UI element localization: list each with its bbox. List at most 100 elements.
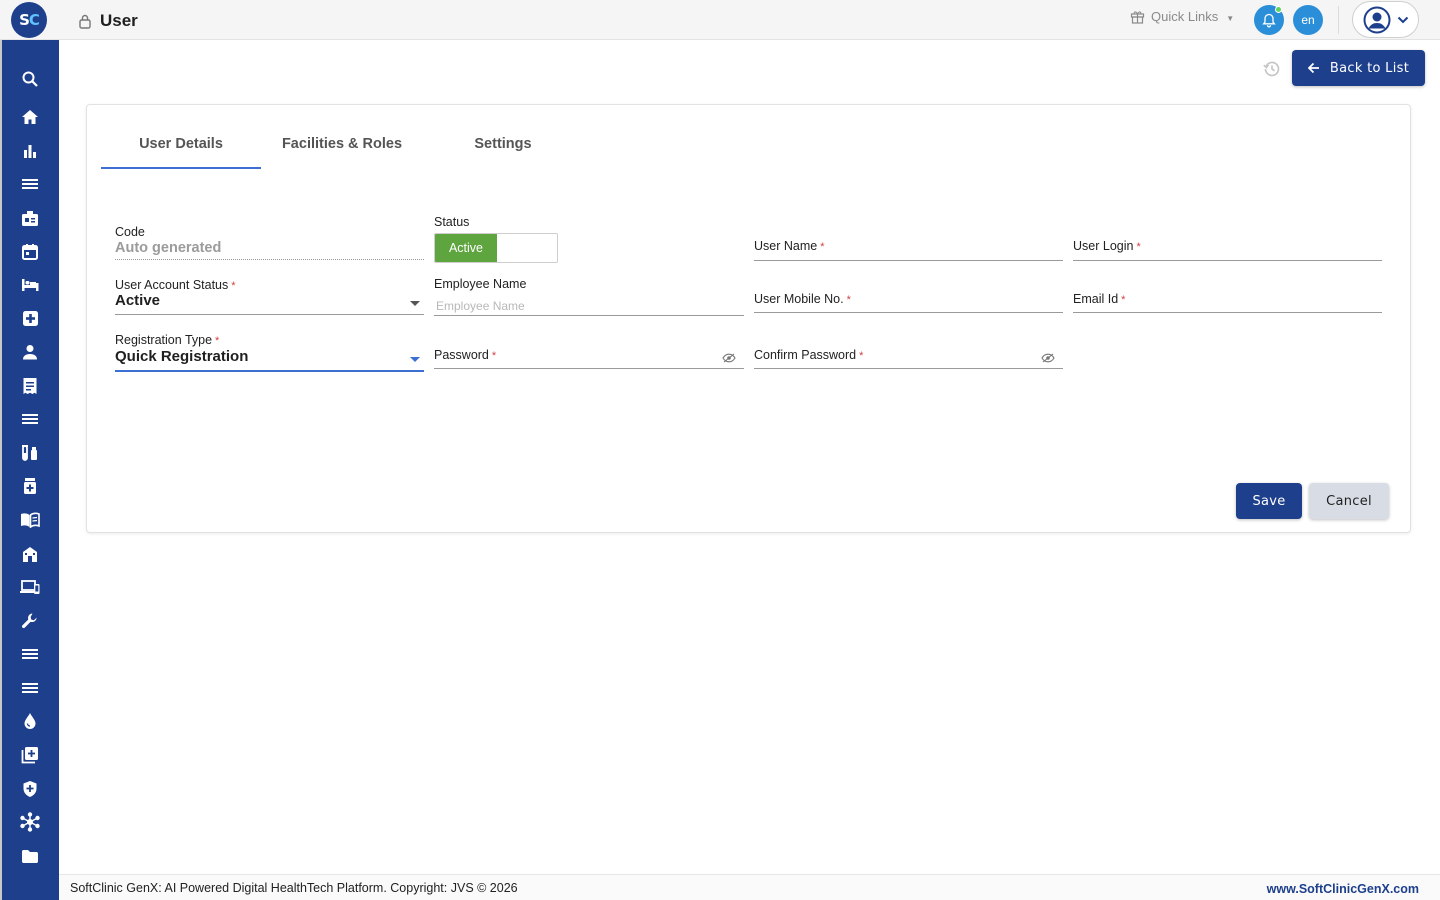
password-label: Password * [434, 348, 744, 362]
gift-icon [1130, 11, 1145, 24]
logo-letter-s: S [19, 11, 30, 29]
email-field[interactable]: Email Id * [1073, 292, 1382, 316]
user-form-card: User Details Facilities & Roles Settings… [86, 104, 1411, 533]
password-label-text: Password [434, 348, 489, 362]
eye-off-icon[interactable] [1041, 353, 1055, 363]
user-name-field[interactable]: User Name * [754, 239, 1063, 263]
user-login-label-text: User Login [1073, 239, 1134, 253]
devices-icon[interactable] [20, 577, 40, 597]
account-status-select[interactable]: User Account Status * Active [115, 278, 424, 316]
eye-off-icon[interactable] [722, 353, 736, 363]
required-marker: * [1121, 294, 1126, 306]
email-label: Email Id * [1073, 292, 1382, 306]
network-icon[interactable] [20, 812, 40, 832]
status-inactive-option[interactable] [497, 234, 557, 262]
password-underline [434, 368, 744, 369]
user-avatar-icon [1363, 6, 1390, 33]
status-label: Status [434, 215, 470, 229]
required-marker: * [859, 350, 864, 362]
profile-menu-button[interactable] [1352, 1, 1419, 38]
home-icon[interactable] [20, 107, 40, 127]
arrow-left-icon [1307, 62, 1319, 74]
tab-facilities-roles[interactable]: Facilities & Roles [261, 135, 423, 169]
required-marker: * [820, 241, 825, 253]
registration-type-label-text: Registration Type [115, 333, 213, 347]
add-document-icon[interactable] [20, 745, 40, 765]
registration-type-value: Quick Registration [115, 348, 249, 365]
back-to-list-button[interactable]: Back to List [1292, 50, 1425, 86]
app-logo[interactable]: SC [11, 2, 47, 38]
required-marker: * [231, 280, 236, 292]
confirm-password-field[interactable]: Confirm Password * [754, 348, 1063, 370]
pharmacy-bottle-icon[interactable] [20, 476, 40, 496]
save-button[interactable]: Save [1236, 483, 1302, 519]
required-marker: * [215, 335, 220, 347]
person-icon[interactable] [20, 342, 40, 362]
account-status-underline [115, 314, 424, 315]
shield-icon[interactable] [20, 779, 40, 799]
email-underline [1073, 312, 1382, 313]
mobile-field[interactable]: User Mobile No. * [754, 292, 1063, 316]
user-login-field[interactable]: User Login * [1073, 239, 1382, 263]
page-title: User [100, 11, 138, 30]
employee-name-field[interactable]: Employee Name Employee Name [434, 277, 744, 317]
blood-drop-icon[interactable] [20, 711, 40, 731]
calendar-icon[interactable] [20, 241, 40, 261]
code-field: Code Auto generated [115, 225, 424, 261]
user-name-label: User Name * [754, 239, 1063, 253]
password-field[interactable]: Password * [434, 348, 744, 370]
user-login-underline [1073, 260, 1382, 261]
folder-icon[interactable] [20, 846, 40, 866]
code-value: Auto generated [115, 240, 222, 256]
search-icon[interactable] [20, 69, 40, 89]
registration-type-underline [115, 370, 424, 372]
cancel-button[interactable]: Cancel [1309, 483, 1389, 519]
medical-plus-icon[interactable] [20, 308, 40, 328]
building-icon[interactable] [20, 544, 40, 564]
tab-user-details[interactable]: User Details [101, 135, 261, 169]
lock-icon [79, 14, 91, 29]
employee-name-placeholder: Employee Name [436, 299, 525, 313]
menu-lines-icon[interactable] [20, 644, 40, 664]
menu-lines-icon[interactable] [20, 678, 40, 698]
notifications-button[interactable] [1254, 5, 1284, 35]
footer-website-link[interactable]: www.SoftClinicGenX.com [1267, 882, 1419, 896]
mobile-label-text: User Mobile No. [754, 292, 844, 306]
code-label: Code [115, 225, 145, 239]
employee-name-underline [434, 315, 744, 316]
history-icon[interactable] [1262, 59, 1282, 79]
account-status-label: User Account Status * [115, 278, 424, 292]
confirm-password-label: Confirm Password * [754, 348, 1063, 362]
bar-chart-icon[interactable] [20, 141, 40, 161]
footer-copyright: SoftClinic GenX: AI Powered Digital Heal… [70, 881, 518, 895]
open-book-icon[interactable] [20, 510, 40, 530]
menu-lines-icon[interactable] [20, 174, 40, 194]
header-divider [1338, 6, 1339, 34]
status-active-option[interactable]: Active [435, 234, 497, 262]
required-marker: * [491, 350, 497, 362]
menu-lines-icon[interactable] [20, 409, 40, 429]
registration-type-select[interactable]: Registration Type * Quick Registration [115, 333, 424, 373]
status-toggle[interactable]: Active [434, 233, 558, 263]
receipt-icon[interactable] [20, 376, 40, 396]
quick-links-menu[interactable]: Quick Links ▼ [1130, 9, 1234, 24]
lab-tubes-icon[interactable] [20, 443, 40, 463]
registration-type-label: Registration Type * [115, 333, 424, 347]
language-button[interactable]: en [1293, 5, 1323, 35]
tab-settings[interactable]: Settings [423, 135, 583, 169]
bed-icon[interactable] [20, 275, 40, 295]
top-header: SC User Quick Links ▼ en [0, 0, 1440, 40]
mobile-label: User Mobile No. * [754, 292, 1063, 306]
required-marker: * [1136, 241, 1141, 253]
user-name-label-text: User Name [754, 239, 818, 253]
wrench-icon[interactable] [20, 611, 40, 631]
mobile-underline [754, 312, 1063, 313]
logo-letter-c: C [28, 11, 40, 29]
chevron-down-icon [410, 357, 420, 362]
chevron-down-icon: ▼ [1226, 14, 1235, 23]
notification-dot [1275, 6, 1282, 13]
clinic-badge-icon[interactable] [20, 208, 40, 228]
confirm-password-label-text: Confirm Password [754, 348, 857, 362]
tab-bar: User Details Facilities & Roles Settings [101, 135, 583, 169]
account-status-label-text: User Account Status [115, 278, 229, 292]
